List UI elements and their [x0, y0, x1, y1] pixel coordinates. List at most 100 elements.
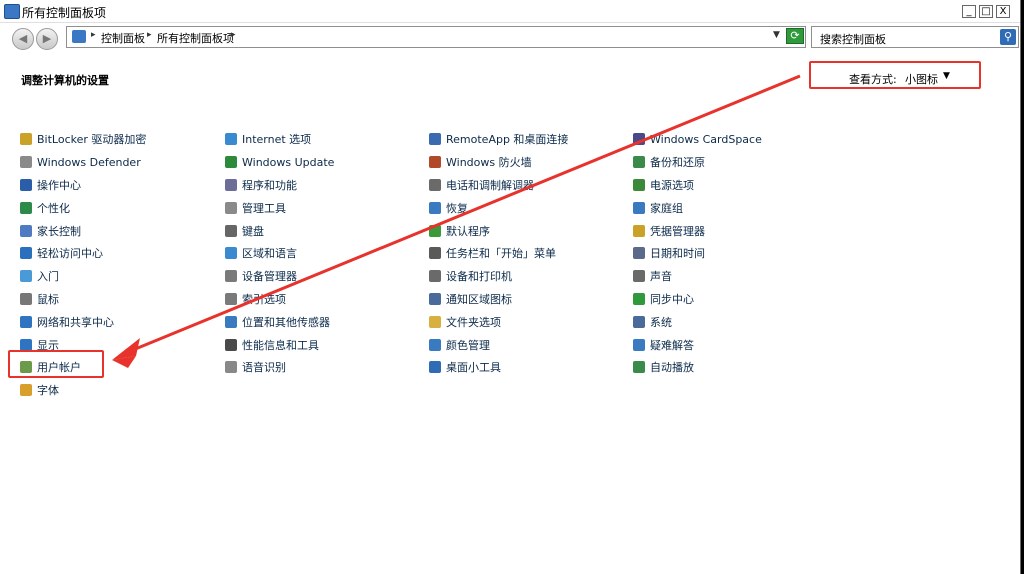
control-panel-item[interactable]: 性能信息和工具 — [225, 333, 425, 356]
maximize-button[interactable]: □ — [979, 5, 993, 18]
control-panel-item[interactable]: 同步中心 — [633, 288, 833, 311]
control-panel-item[interactable]: 凭据管理器 — [633, 219, 833, 242]
refresh-button[interactable]: ⟳ — [786, 28, 804, 44]
programs-icon — [225, 178, 237, 191]
control-panel-item[interactable]: 备份和还原 — [633, 151, 833, 174]
chevron-right-icon[interactable]: ▸ — [147, 30, 152, 40]
control-panel-item[interactable]: 家庭组 — [633, 196, 833, 219]
control-panel-item[interactable]: 系统 — [633, 310, 833, 333]
view-by-selector[interactable]: 查看方式: 小图标 ▼ — [809, 61, 981, 89]
troubleshoot-icon — [633, 338, 645, 351]
control-panel-item-label: 同步中心 — [650, 292, 694, 306]
control-panel-item[interactable]: 程序和功能 — [225, 174, 425, 197]
chevron-down-icon[interactable]: ▼ — [773, 30, 780, 40]
chevron-right-icon[interactable]: ▸ — [91, 30, 96, 40]
control-panel-item-label: 位置和其他传感器 — [242, 315, 330, 329]
back-arrow-icon[interactable]: ◀ — [12, 28, 34, 50]
control-panel-item[interactable]: 索引选项 — [225, 288, 425, 311]
search-input[interactable]: 搜索控制面板 ⚲ — [811, 26, 1019, 48]
control-panel-item-label: 管理工具 — [242, 201, 286, 215]
control-panel-item[interactable]: 默认程序 — [429, 219, 629, 242]
search-icon[interactable]: ⚲ — [1000, 29, 1016, 45]
keyboard-icon — [225, 224, 237, 237]
taskbar-icon — [429, 247, 441, 260]
control-panel-item-label: 语音识别 — [242, 361, 286, 375]
defender-icon — [20, 156, 32, 169]
display-icon — [20, 338, 32, 351]
control-panel-item-label: Windows Defender — [37, 155, 141, 169]
control-panel-item-label: 恢复 — [446, 201, 468, 215]
control-panel-item-label: Internet 选项 — [242, 133, 312, 147]
control-panel-item[interactable]: 通知区域图标 — [429, 288, 629, 311]
personalize-icon — [20, 201, 32, 214]
control-panel-item[interactable]: Windows Update — [225, 151, 425, 174]
control-panel-item[interactable]: 恢复 — [429, 196, 629, 219]
control-panel-item[interactable]: 键盘 — [225, 219, 425, 242]
flag-icon — [20, 178, 32, 191]
control-panel-item[interactable]: 入门 — [20, 265, 220, 288]
control-panel-item[interactable]: 轻松访问中心 — [20, 242, 220, 265]
control-panel-item[interactable]: 颜色管理 — [429, 333, 629, 356]
control-panel-item-label: 网络和共享中心 — [37, 315, 114, 329]
forward-arrow-icon[interactable]: ▶ — [36, 28, 58, 50]
control-panel-item[interactable]: 管理工具 — [225, 196, 425, 219]
backup-icon — [633, 156, 645, 169]
control-panel-item[interactable]: 字体 — [20, 379, 220, 402]
control-panel-item[interactable]: RemoteApp 和桌面连接 — [429, 128, 629, 151]
control-panel-item-label: 桌面小工具 — [446, 361, 501, 375]
color-management-icon — [429, 338, 441, 351]
control-panel-item-label: 设备和打印机 — [446, 270, 512, 284]
chevron-right-icon[interactable]: ▸ — [231, 30, 236, 40]
control-panel-item[interactable]: 网络和共享中心 — [20, 310, 220, 333]
control-panel-item-label: 声音 — [650, 270, 672, 284]
breadcrumb-control-panel[interactable]: 控制面板 — [101, 30, 145, 46]
control-panel-item[interactable]: Windows Defender — [20, 151, 220, 174]
control-panel-item[interactable]: 文件夹选项 — [429, 310, 629, 333]
control-panel-item-label: 疑难解答 — [650, 338, 694, 352]
control-panel-item-label: 系统 — [650, 315, 672, 329]
admin-tools-icon — [225, 201, 237, 214]
control-panel-item[interactable]: 区域和语言 — [225, 242, 425, 265]
control-panel-item[interactable]: 自动播放 — [633, 356, 833, 379]
control-panel-icon — [72, 30, 86, 43]
control-panel-item-label: 家庭组 — [650, 201, 683, 215]
control-panel-item[interactable]: 疑难解答 — [633, 333, 833, 356]
view-by-value[interactable]: 小图标 — [905, 71, 938, 87]
address-bar[interactable]: ▸ 控制面板 ▸ 所有控制面板项 ▸ ▼ — [66, 26, 806, 48]
control-panel-item-label: 鼠标 — [37, 292, 59, 306]
control-panel-item[interactable]: 电源选项 — [633, 174, 833, 197]
speaker-icon — [633, 270, 645, 283]
recovery-icon — [429, 201, 441, 214]
control-panel-item[interactable]: Windows 防火墙 — [429, 151, 629, 174]
device-manager-icon — [225, 270, 237, 283]
control-panel-item[interactable]: Internet 选项 — [225, 128, 425, 151]
control-panel-item[interactable]: 日期和时间 — [633, 242, 833, 265]
clock-icon — [633, 247, 645, 260]
control-panel-item[interactable]: 电话和调制解调器 — [429, 174, 629, 197]
page-title: 调整计算机的设置 — [21, 74, 109, 87]
internet-icon — [225, 133, 237, 146]
chevron-down-icon[interactable]: ▼ — [943, 71, 950, 81]
control-panel-item[interactable]: Windows CardSpace — [633, 128, 833, 151]
control-panel-item[interactable]: 位置和其他传感器 — [225, 310, 425, 333]
gadgets-icon — [429, 361, 441, 374]
control-panel-item-label: 操作中心 — [37, 178, 81, 192]
getting-started-icon — [20, 270, 32, 283]
control-panel-item[interactable]: BitLocker 驱动器加密 — [20, 128, 220, 151]
control-panel-item[interactable]: 设备管理器 — [225, 265, 425, 288]
control-panel-item[interactable]: 设备和打印机 — [429, 265, 629, 288]
control-panel-item[interactable]: 家长控制 — [20, 219, 220, 242]
control-panel-item[interactable]: 鼠标 — [20, 288, 220, 311]
control-panel-item[interactable]: 桌面小工具 — [429, 356, 629, 379]
control-panel-item[interactable]: 个性化 — [20, 196, 220, 219]
breadcrumb-all-items[interactable]: 所有控制面板项 — [157, 30, 234, 46]
control-panel-item[interactable]: 语音识别 — [225, 356, 425, 379]
bitlocker-icon — [20, 133, 32, 146]
control-panel-item-label: 程序和功能 — [242, 178, 297, 192]
notification-icon — [429, 292, 441, 305]
control-panel-item[interactable]: 任务栏和「开始」菜单 — [429, 242, 629, 265]
close-button[interactable]: X — [996, 5, 1010, 18]
control-panel-item[interactable]: 声音 — [633, 265, 833, 288]
control-panel-item[interactable]: 操作中心 — [20, 174, 220, 197]
minimize-button[interactable]: _ — [962, 5, 976, 18]
